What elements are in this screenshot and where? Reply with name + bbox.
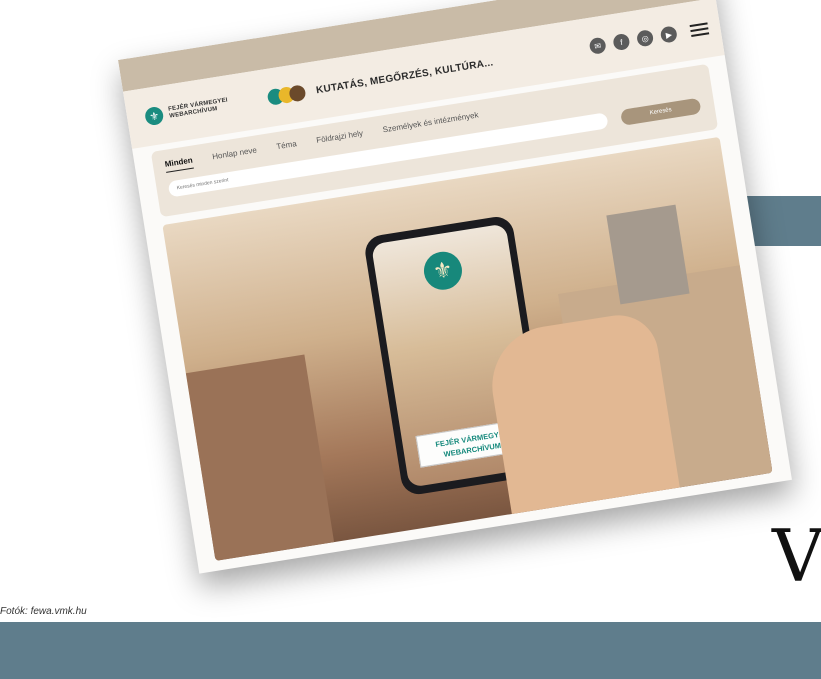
tab-foldrajzi-hely[interactable]: Földrajzi hely: [316, 129, 365, 149]
building-shape: [606, 204, 690, 305]
site-logo[interactable]: ⚜ FEJÉR VÁRMEGYEI WEBARCHÍVUM: [143, 91, 255, 127]
logo-text: FEJÉR VÁRMEGYEI WEBARCHÍVUM: [168, 97, 229, 120]
facebook-icon[interactable]: f: [612, 32, 631, 52]
article-heading-fragment: V: [772, 514, 821, 598]
decorative-band-bottom: [0, 622, 821, 679]
hand-shape: [483, 309, 683, 534]
tab-honlap-neve[interactable]: Honlap neve: [212, 145, 258, 165]
mail-icon[interactable]: ✉: [588, 36, 607, 55]
building-shape: [185, 354, 335, 561]
social-links: ✉ f ◎ ▶: [581, 20, 710, 56]
tab-minden[interactable]: Minden: [164, 155, 194, 173]
site-tagline: KUTATÁS, MEGŐRZÉS, KULTÚRA...: [315, 56, 495, 96]
brand-dots: [266, 84, 307, 106]
search-button[interactable]: Keresés: [620, 97, 702, 126]
hamburger-menu-icon[interactable]: [689, 22, 710, 38]
tab-tema[interactable]: Téma: [276, 139, 298, 155]
website-screenshot: ⚜ FEJÉR VÁRMEGYEI WEBARCHÍVUM KUTATÁS, M…: [118, 0, 792, 574]
instagram-icon[interactable]: ◎: [635, 29, 655, 48]
photo-credit: Fotók: fewa.vmk.hu: [0, 606, 87, 617]
youtube-icon[interactable]: ▶: [659, 25, 678, 44]
fleur-de-lis-icon: ⚜: [143, 105, 165, 127]
fleur-de-lis-icon: ⚜: [421, 249, 465, 293]
